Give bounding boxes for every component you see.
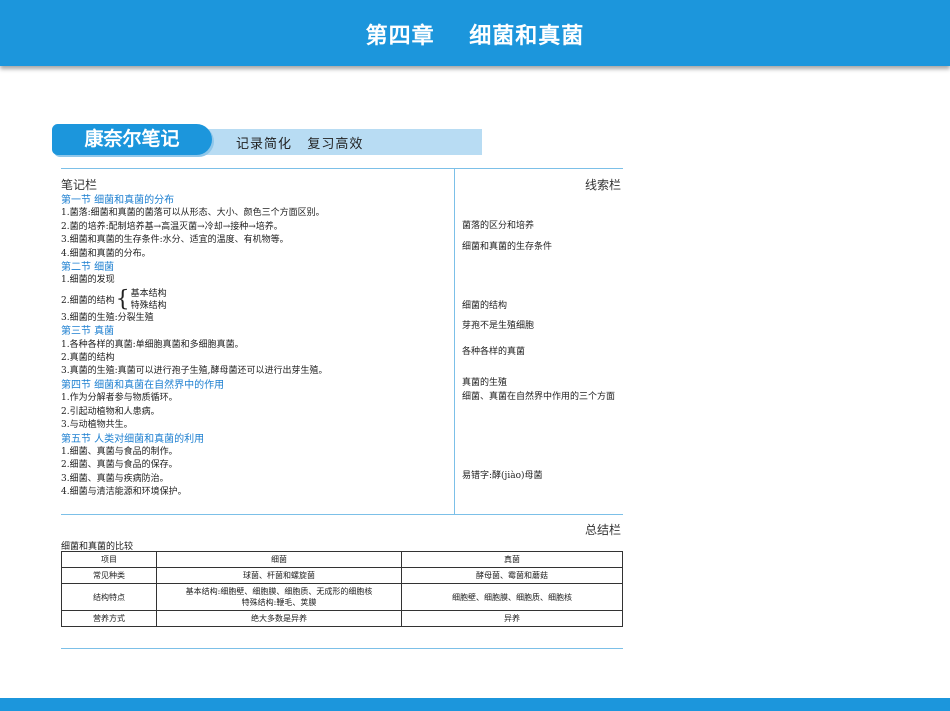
cue-item: 易错字:酵(jiào)母菌 [462,471,543,481]
table-cell: 结构特点 [61,583,157,611]
table-row: 结构特点 基本结构:细胞壁、细胞膜、细胞质、无成形的细胞核 特殊结构:鞭毛、荚膜… [61,583,623,611]
structure-list: 基本结构 特殊结构 [131,288,167,312]
note-line: 4.细菌和真菌的分布。 [61,248,151,259]
table-cell: 基本结构:细胞壁、细胞膜、细胞质、无成形的细胞核 特殊结构:鞭毛、荚膜 [156,583,402,611]
table-header-cell: 项目 [61,551,157,568]
table-row: 营养方式 绝大多数是异养 异养 [61,610,623,627]
table-header-cell: 真菌 [401,551,623,568]
note-line: 2.细菌、真菌与食品的保存。 [61,460,178,471]
table-cell: 酵母菌、霉菌和蘑菇 [401,567,623,584]
cues-column-label: 线索栏 [585,178,622,192]
note-line: 3.细菌的生殖:分裂生殖 [61,312,154,323]
table-cell: 营养方式 [61,610,157,627]
comparison-table: 项目 细菌 真菌 常见种类 球菌、杆菌和螺旋菌 酵母菌、霉菌和蘑菇 结构特点 基… [61,551,623,627]
footer-bar [0,698,950,711]
table-cell: 绝大多数是异养 [156,610,402,627]
note-line: 1.细菌的发现 [61,275,115,286]
section-heading: 第四节 细菌和真菌在自然界中的作用 [61,379,225,391]
cornell-banner: 康奈尔笔记 记录简化 复习高效 [52,124,482,155]
note-line: 3.真菌的生殖:真菌可以进行孢子生殖,酵母菌还可以进行出芽生殖。 [61,366,328,377]
table-cell: 异养 [401,610,623,627]
banner-tag: 康奈尔笔记 [52,124,212,155]
table-cell: 细胞壁、细胞膜、细胞质、细胞核 [401,583,623,611]
section-heading: 第二节 细菌 [61,262,115,274]
cue-item: 芽孢不是生殖细胞 [462,321,535,331]
summary-divider [61,514,623,515]
cue-item: 细菌和真菌的生存条件 [462,242,553,252]
note-line: 1.细菌、真菌与食品的制作。 [61,446,178,457]
banner-subtitle: 记录简化 复习高效 [236,137,364,152]
table-row: 常见种类 球菌、杆菌和螺旋菌 酵母菌、霉菌和蘑菇 [61,567,623,584]
cue-item: 细菌的结构 [462,301,508,311]
header-bar: 第四章 细菌和真菌 [0,0,950,66]
cue-item: 真菌的生殖 [462,378,508,388]
bacteria-structure-row: 2.细菌的结构 { 基本结构 特殊结构 [61,288,451,312]
section-heading: 第五节 人类对细菌和真菌的利用 [61,433,205,445]
structure-item: 特殊结构 [130,300,167,311]
cue-item: 各种各样的真菌 [462,347,526,357]
section-heading: 第一节 细菌和真菌的分布 [61,195,175,206]
note-line: 2.菌的培养:配制培养基→高温灭菌→冷却→接种→培养。 [61,221,283,232]
cue-column-divider [454,168,455,514]
cue-item: 菌落的区分和培养 [462,221,535,231]
table-cell: 常见种类 [61,567,157,584]
brace-symbol: { [115,286,130,312]
note-line: 1.作为分解者参与物质循环。 [61,393,178,404]
cue-item: 细菌、真菌在自然界中作用的三个方面 [462,392,616,402]
note-line: 3.细菌和真菌的生存条件:水分、适宜的温度、有机物等。 [61,235,289,246]
bottom-divider [61,648,623,649]
note-line: 4.细菌与清洁能源和环境保护。 [61,487,187,498]
page-title: 第四章 细菌和真菌 [365,24,585,49]
note-line: 3.与动植物共生。 [61,420,133,431]
structure-item: 基本结构 [130,288,167,299]
note-line: 3.细菌、真菌与疾病防治。 [61,473,169,484]
note-line: 1.各种各样的真菌:单细胞真菌和多细胞真菌。 [61,339,244,350]
note-line: 1.菌落:细菌和真菌的菌落可以从形态、大小、颜色三个方面区别。 [61,208,325,219]
note-line: 2.细菌的结构 [61,296,115,307]
notes-column-label: 笔记栏 [61,178,98,192]
table-header-row: 项目 细菌 真菌 [61,551,623,568]
summary-section-label: 总结栏 [585,523,622,537]
section-heading: 第三节 真菌 [61,326,115,338]
note-line: 2.真菌的结构 [61,353,115,364]
note-line: 2.引起动植物和人患病。 [61,406,160,417]
table-cell: 球菌、杆菌和螺旋菌 [156,567,402,584]
top-divider [61,168,623,169]
notes-column: 第一节 细菌和真菌的分布 1.菌落:细菌和真菌的菌落可以从形态、大小、颜色三个方… [61,194,451,500]
table-header-cell: 细菌 [156,551,402,568]
